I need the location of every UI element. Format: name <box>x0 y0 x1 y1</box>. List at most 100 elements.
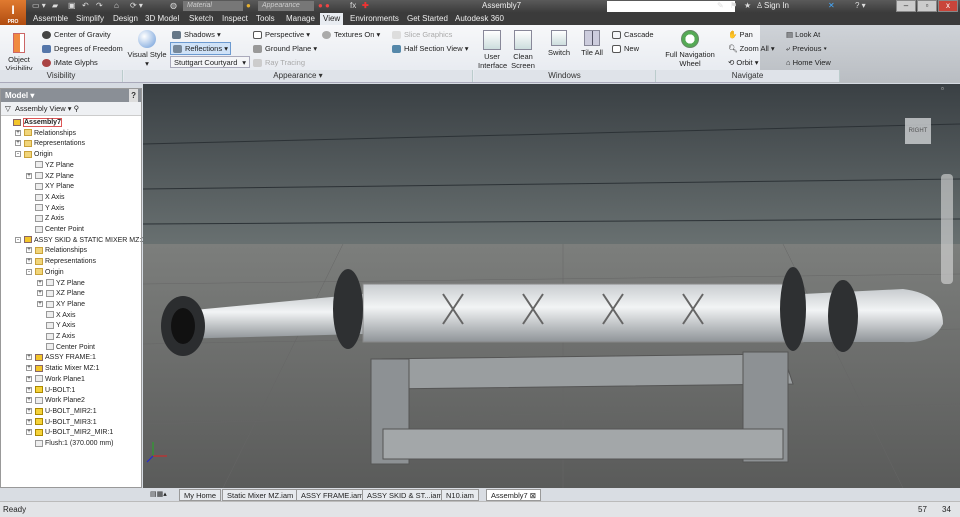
tab-layout-icons[interactable]: ▤▦▴ <box>150 490 167 498</box>
undo-icon[interactable]: ↶ <box>82 1 89 10</box>
tree-node[interactable]: Work Plane2 <box>35 396 85 405</box>
reflections-button[interactable]: Reflections ▾ <box>170 42 231 56</box>
tree-expander[interactable]: + <box>26 429 32 436</box>
document-tab[interactable]: My Home <box>179 489 222 501</box>
tree-expander[interactable]: + <box>15 129 21 136</box>
color-wheel-icon[interactable]: ● <box>246 1 251 10</box>
textures-on-button[interactable]: Textures On ▾ <box>322 30 380 40</box>
ribbon-tab-design[interactable]: Design <box>110 13 141 25</box>
tree-node[interactable]: YZ Plane <box>46 279 85 288</box>
document-tab[interactable]: Assembly7 ⊠ <box>486 489 542 501</box>
redo-icon[interactable]: ↷ <box>96 1 103 10</box>
application-menu-button[interactable]: I PRO <box>0 0 26 25</box>
tree-node[interactable]: Relationships <box>24 129 76 138</box>
tree-node[interactable]: Y Axis <box>35 204 64 213</box>
ribbon-tab-manage[interactable]: Manage <box>283 13 318 25</box>
tree-node[interactable]: U-BOLT_MIR2_MIR:1 <box>35 428 113 437</box>
tree-expander[interactable]: + <box>26 375 32 382</box>
new-icon[interactable]: ▭ ▾ <box>32 1 46 10</box>
tree-expander[interactable]: + <box>15 140 21 147</box>
browser-header[interactable]: Model ▾? <box>1 89 141 102</box>
tree-node[interactable]: ASSY FRAME:1 <box>35 353 96 362</box>
look-at-button[interactable]: ▤ Look At <box>786 30 820 39</box>
filter-icon[interactable]: ▽ <box>5 104 11 113</box>
subscription-icon[interactable]: ⚑ <box>730 1 737 10</box>
degrees-of-freedom-button[interactable]: Degrees of Freedom <box>42 44 123 54</box>
tree-expander[interactable]: + <box>37 279 43 286</box>
tile-all-button[interactable]: Tile All <box>578 30 606 57</box>
zoom-all-button[interactable]: 🔍︎ Zoom All ▾ <box>728 44 775 53</box>
slice-graphics-button[interactable]: Slice Graphics <box>392 30 452 40</box>
open-icon[interactable]: ▰ <box>52 1 58 10</box>
viewport-restore-icon[interactable]: ▫ <box>941 84 944 93</box>
environment-dropdown[interactable]: Stuttgart Courtyard ▾ <box>170 56 250 68</box>
tree-node[interactable]: Flush:1 (370.000 mm) <box>35 439 113 448</box>
close-button[interactable]: x <box>938 0 958 12</box>
sign-in-link[interactable]: Sign In <box>764 1 789 10</box>
adjust-icon[interactable]: ● ● <box>318 1 330 10</box>
ribbon-tab-autodesk-360[interactable]: Autodesk 360 <box>452 13 507 25</box>
ribbon-tab-inspect[interactable]: Inspect <box>219 13 251 25</box>
tree-expander[interactable]: + <box>26 172 32 179</box>
tree-node[interactable]: Y Axis <box>46 321 75 330</box>
tree-node[interactable]: Representations <box>24 139 85 148</box>
tree-node[interactable]: Z Axis <box>35 214 64 223</box>
tree-node[interactable]: X Axis <box>35 193 64 202</box>
tree-expander[interactable]: + <box>26 247 32 254</box>
tree-node[interactable]: XZ Plane <box>46 289 85 298</box>
user-interface-button[interactable]: User Interface <box>478 30 507 70</box>
shadows-button[interactable]: Shadows ▾ <box>172 30 221 40</box>
full-navigation-wheel-button[interactable]: Full Navigation Wheel <box>660 30 720 68</box>
help-icon[interactable]: ? ▾ <box>855 1 866 10</box>
tree-expander[interactable]: + <box>37 290 43 297</box>
object-visibility-button[interactable]: Object Visibility <box>4 33 34 73</box>
home-icon[interactable]: ⌂ <box>114 1 119 10</box>
tree-node[interactable]: U-BOLT_MIR2:1 <box>35 407 97 416</box>
tree-node[interactable]: Center Point <box>35 225 84 234</box>
perspective-button[interactable]: Perspective ▾ <box>253 30 310 40</box>
update-icon[interactable]: ⟳ ▾ <box>130 1 143 10</box>
tree-expander[interactable]: + <box>26 407 32 414</box>
tree-node[interactable]: U-BOLT:1 <box>35 386 75 395</box>
visual-style-button[interactable]: Visual Style ▾ <box>127 30 167 68</box>
close-tab-icon[interactable]: ⊠ <box>528 491 536 500</box>
tools-icon[interactable]: ✎ <box>717 1 724 10</box>
new-window-button[interactable]: New <box>612 44 639 54</box>
imate-glyphs-button[interactable]: iMate Glyphs <box>42 58 98 68</box>
tree-node[interactable]: Origin <box>24 150 53 159</box>
half-section-view-button[interactable]: Half Section View ▾ <box>392 44 469 54</box>
pan-button[interactable]: ✋ Pan <box>728 30 753 39</box>
switch-button[interactable]: Switch <box>545 30 573 57</box>
search-input[interactable] <box>607 1 735 12</box>
tree-expander[interactable]: + <box>26 354 32 361</box>
ribbon-tab-sketch[interactable]: Sketch <box>186 13 216 25</box>
home-view-button[interactable]: ⌂ Home View <box>786 58 831 67</box>
clean-screen-button[interactable]: Clean Screen <box>510 30 536 70</box>
tree-expander[interactable]: - <box>15 151 21 158</box>
tree-expander[interactable]: + <box>26 258 32 265</box>
ribbon-tab-view[interactable]: View <box>320 13 344 25</box>
tree-node[interactable]: Origin <box>35 268 64 277</box>
ribbon-tab-get-started[interactable]: Get Started <box>404 13 451 25</box>
document-tab[interactable]: ASSY SKID & ST...iam <box>362 489 448 501</box>
tree-expander[interactable]: + <box>26 397 32 404</box>
tree-expander[interactable]: + <box>26 386 32 393</box>
exchange-icon[interactable]: ✕ <box>828 1 835 10</box>
tree-node[interactable]: Center Point <box>46 343 95 352</box>
tree-node[interactable]: Relationships <box>35 246 87 255</box>
tree-expander[interactable]: - <box>15 236 21 243</box>
document-tab[interactable]: N10.iam <box>441 489 479 501</box>
document-tab[interactable]: Static Mixer MZ.iam <box>222 489 299 501</box>
favorites-icon[interactable]: ★ <box>744 1 751 10</box>
center-of-gravity-button[interactable]: Center of Gravity <box>42 30 111 40</box>
tree-expander[interactable]: - <box>26 268 32 275</box>
globe-icon[interactable]: ◍ <box>170 1 177 10</box>
cascade-button[interactable]: Cascade <box>612 30 654 40</box>
fx-icon[interactable]: fx <box>350 1 356 10</box>
ribbon-tab-tools[interactable]: Tools <box>253 13 278 25</box>
tree-node[interactable]: Z Axis <box>46 332 75 341</box>
ribbon-tab-environments[interactable]: Environments <box>347 13 402 25</box>
ribbon-tab-simplify[interactable]: Simplify <box>73 13 107 25</box>
tree-node[interactable]: XY Plane <box>46 300 85 309</box>
graphics-viewport[interactable]: RIGHT ▫ <box>143 84 960 488</box>
